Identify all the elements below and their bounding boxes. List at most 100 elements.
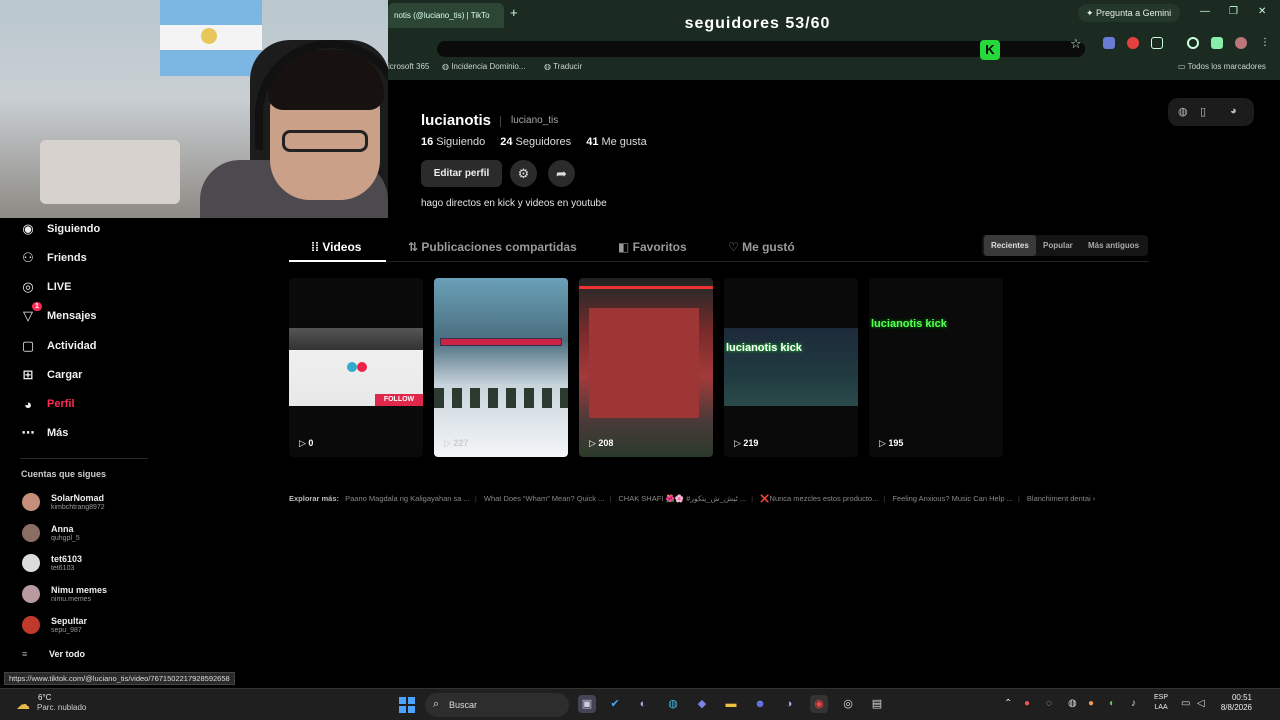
nav-item-activity[interactable]: ▢ Actividad	[18, 335, 97, 357]
followed-account[interactable]: SolarNomad kimbchtrang8972	[22, 489, 105, 515]
record-extension-icon[interactable]	[1127, 37, 1139, 49]
folder-icon: ▭	[1178, 62, 1188, 71]
minimize-button[interactable]: —	[1200, 6, 1210, 17]
video-preview-image	[434, 278, 568, 457]
windows-logo-icon	[399, 697, 406, 704]
tab-liked[interactable]: ♡ Me gustó	[728, 240, 795, 254]
obs-icon[interactable]: ◎	[839, 695, 857, 713]
followers-stat[interactable]: 24 Seguidores	[500, 136, 571, 148]
layout-code: LAA	[1154, 704, 1168, 711]
followed-account[interactable]: Anna quhgpl_5	[22, 520, 80, 546]
sort-popular[interactable]: Popular	[1036, 235, 1080, 256]
close-window-button[interactable]: ✕	[1258, 6, 1266, 17]
chrome-icon[interactable]: ◉	[810, 695, 828, 713]
tray-app-icon[interactable]: ◍	[1068, 698, 1077, 709]
nav-item-following[interactable]: ◉ Siguiendo	[18, 218, 100, 240]
steam-icon[interactable]: ◐	[634, 695, 652, 713]
gemini-button[interactable]: ✦ Pregunta a Gemini	[1078, 4, 1180, 22]
browser-tab[interactable]: notis (@luciano_tis) | TikTo	[388, 3, 504, 28]
weather-temperature[interactable]: 6°C	[38, 693, 51, 702]
all-bookmarks[interactable]: ▭ Todos los marcadores	[1178, 62, 1266, 71]
likes-count: 41	[586, 136, 599, 148]
download-icon[interactable]	[1187, 37, 1199, 49]
tab-favorites[interactable]: ◧ Favoritos	[618, 240, 687, 254]
language-indicator[interactable]: ESP LAA	[1154, 693, 1168, 713]
todo-icon[interactable]: ✔	[606, 695, 624, 713]
nav-item-profile[interactable]: ◕ Perfil	[18, 393, 74, 415]
volume-icon[interactable]: ◁	[1197, 698, 1205, 709]
teams-icon[interactable]: ◆	[693, 695, 711, 713]
explore-link[interactable]: Blanchiment dentai	[1027, 494, 1091, 503]
settings-button[interactable]: ⚙	[510, 160, 537, 187]
nav-item-messages[interactable]: ▽ 1 Mensajes	[18, 302, 97, 327]
chevron-up-icon[interactable]: ⌃	[1004, 698, 1012, 709]
nav-item-live[interactable]: ◎ LIVE	[18, 276, 71, 298]
tray-app-icon[interactable]: ●	[1024, 698, 1030, 709]
video-thumbnail[interactable]: lucianotis kick ▷ 195	[869, 278, 1003, 457]
compass-icon[interactable]: ◍	[1178, 105, 1188, 118]
discord-icon[interactable]: ☻	[751, 695, 769, 713]
views-count: 219	[743, 438, 759, 448]
tab-search-icon[interactable]	[1211, 37, 1223, 49]
bookmark-incidencia[interactable]: ◍ Incidencia Dominio...	[442, 62, 525, 71]
task-view-icon[interactable]: ▣	[578, 695, 596, 713]
tab-videos[interactable]: ⁞⁞ Videos	[311, 240, 361, 254]
taskbar-search[interactable]: ⌕ Buscar	[425, 693, 569, 717]
steam-icon[interactable]: ◑	[780, 695, 798, 713]
edge-icon[interactable]: ◍	[664, 695, 682, 713]
extensions-puzzle-icon[interactable]	[1151, 37, 1163, 49]
following-label: Siguiendo	[436, 136, 486, 148]
app-icon[interactable]: ▤	[868, 695, 886, 713]
network-icon[interactable]: ▭	[1181, 698, 1190, 709]
bookmark-traducir[interactable]: ◍ Traducir	[544, 62, 582, 71]
tab-reposts[interactable]: ⇅ Publicaciones compartidas	[408, 240, 577, 254]
sort-oldest[interactable]: Más antiguos	[1081, 235, 1146, 256]
video-thumbnail[interactable]: ▷ 208	[579, 278, 713, 457]
flag-sun-image	[201, 28, 217, 44]
bookmark-traducir-label: Traducir	[553, 62, 583, 71]
nav-item-more[interactable]: ⋯ Más	[18, 422, 69, 444]
explore-link[interactable]: What Does “Wham” Mean? Quick ...	[484, 494, 604, 503]
tray-app-icon[interactable]: ●	[1088, 698, 1094, 709]
browser-menu-icon[interactable]: ⋮	[1260, 37, 1272, 49]
share-button[interactable]: ➦	[548, 160, 575, 187]
edit-profile-button[interactable]: Editar perfil	[421, 160, 502, 187]
nav-item-upload[interactable]: ⊞ Cargar	[18, 364, 83, 386]
followed-account[interactable]: Nimu memes nimu.memes	[22, 581, 107, 607]
video-views: ▷ 208	[589, 438, 613, 449]
nav-item-friends[interactable]: ⚇ Friends	[18, 247, 87, 269]
explore-link[interactable]: ❌Nunca mezcles estos producto...	[760, 494, 878, 503]
bookmark-microsoft-365[interactable]: icrosoft 365	[388, 62, 429, 71]
weather-description[interactable]: Parc. nublado	[37, 703, 86, 712]
file-explorer-icon[interactable]: ▬	[722, 695, 740, 713]
username-separator	[500, 116, 501, 127]
see-all-link[interactable]: ≡ Ver todo	[22, 649, 85, 659]
bookmark-star-icon[interactable]: ☆	[1070, 36, 1082, 52]
followed-account[interactable]: Sepultar sepu_987	[22, 612, 87, 638]
video-thumbnail[interactable]: ▷ 227	[434, 278, 568, 457]
sidebar-divider	[20, 458, 148, 459]
explore-link[interactable]: Paano Magdala ng Kaligayahan sa ...	[345, 494, 470, 503]
sort-toggle: Recientes Popular Más antiguos	[982, 235, 1148, 256]
tray-app-icon[interactable]: ◐	[1109, 698, 1115, 709]
new-tab-button[interactable]: +	[510, 5, 518, 20]
system-clock[interactable]: 00:51 8/8/2026	[1220, 693, 1252, 713]
followed-account[interactable]: tet6103 tet6103	[22, 550, 82, 576]
explore-link[interactable]: Feeling Anxious? Music Can Help ...	[892, 494, 1012, 503]
maximize-button[interactable]: ❐	[1229, 6, 1238, 17]
user-avatar-icon[interactable]: ◕	[1230, 105, 1237, 117]
chevron-right-icon[interactable]: ›	[1093, 494, 1096, 503]
phone-icon[interactable]: ▯	[1200, 105, 1206, 118]
video-thumbnail[interactable]: lucianotis kick ▷ 219	[724, 278, 858, 457]
account-handle: kimbchtrang8972	[51, 503, 105, 511]
start-button[interactable]	[399, 697, 415, 713]
sort-recent[interactable]: Recientes	[984, 235, 1036, 256]
explore-link[interactable]: CHAK SHAFI 🌺🌸 #ٹیش_ش_یتکور ...	[618, 494, 746, 503]
extension-icon[interactable]	[1103, 37, 1115, 49]
following-stat[interactable]: 16 Siguiendo	[421, 136, 485, 148]
tray-app-icon[interactable]: ◌	[1046, 698, 1052, 709]
profile-avatar-icon[interactable]	[1235, 37, 1247, 49]
microphone-icon[interactable]: ♪	[1131, 698, 1136, 709]
video-thumbnail[interactable]: FOLLOW ▷ 0	[289, 278, 423, 457]
weather-cloud-icon[interactable]: ☁	[16, 696, 30, 713]
